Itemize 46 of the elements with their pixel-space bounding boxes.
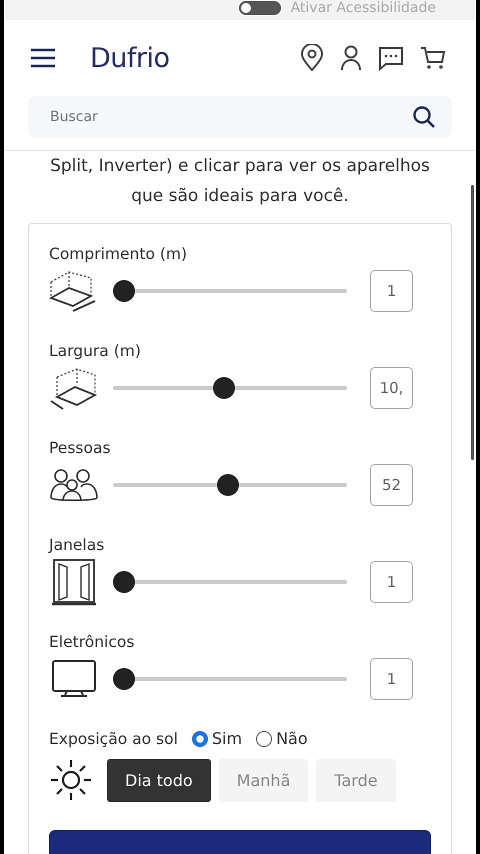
- radio-icon[interactable]: [192, 730, 208, 746]
- value-field[interactable]: 1: [370, 270, 413, 312]
- chat-icon[interactable]: [378, 45, 404, 71]
- slider-thumb[interactable]: [113, 280, 135, 302]
- sun-exposure-label: Exposição ao sol: [49, 730, 178, 748]
- value-field[interactable]: 1: [370, 658, 413, 700]
- accessibility-label: Ativar Acessibilidade: [290, 0, 436, 16]
- period-button[interactable]: Tarde: [316, 758, 396, 802]
- search-icon[interactable]: [412, 105, 436, 129]
- tv-icon: [49, 659, 99, 699]
- intro-text: Split, Inverter) e clicar para ver os aparelhos que são ideais para você.: [49, 155, 431, 208]
- user-icon[interactable]: [340, 45, 362, 71]
- menu-icon[interactable]: [30, 48, 56, 68]
- slider[interactable]: [113, 668, 347, 690]
- slider-label: Pessoas: [49, 439, 111, 457]
- value-field[interactable]: 52: [370, 464, 413, 506]
- slider[interactable]: [113, 571, 347, 593]
- slider-thumb[interactable]: [113, 668, 135, 690]
- slider[interactable]: [113, 474, 347, 496]
- window-icon: [49, 558, 99, 606]
- location-pin-icon[interactable]: [300, 44, 324, 72]
- slider-label: Largura (m): [49, 342, 141, 360]
- radio-icon[interactable]: [256, 730, 272, 746]
- radio-label: Sim: [212, 729, 242, 748]
- search-field[interactable]: Buscar: [28, 96, 452, 138]
- radio-option[interactable]: Sim: [192, 729, 242, 748]
- sun-icon: [49, 758, 93, 802]
- radio-option[interactable]: Não: [256, 729, 308, 748]
- slider[interactable]: [113, 280, 347, 302]
- slider-thumb[interactable]: [113, 571, 135, 593]
- people-icon: [49, 468, 99, 502]
- period-button[interactable]: Dia todo: [107, 758, 211, 802]
- search-input[interactable]: Buscar: [48, 108, 412, 126]
- cart-icon[interactable]: [420, 45, 446, 71]
- logo[interactable]: Dufrio: [90, 42, 170, 74]
- accessibility-toggle[interactable]: [238, 1, 281, 15]
- slider[interactable]: [113, 377, 347, 399]
- slider-label: Eletrônicos: [49, 633, 134, 651]
- value-field[interactable]: 10,: [370, 367, 413, 409]
- slider-label: Janelas: [49, 536, 104, 554]
- period-button[interactable]: Manhã: [218, 758, 308, 802]
- slider-thumb[interactable]: [216, 474, 239, 496]
- radio-label: Não: [276, 729, 308, 748]
- value-field[interactable]: 1: [370, 561, 413, 603]
- slider-label: Comprimento (m): [49, 245, 188, 263]
- slider-thumb[interactable]: [212, 377, 235, 399]
